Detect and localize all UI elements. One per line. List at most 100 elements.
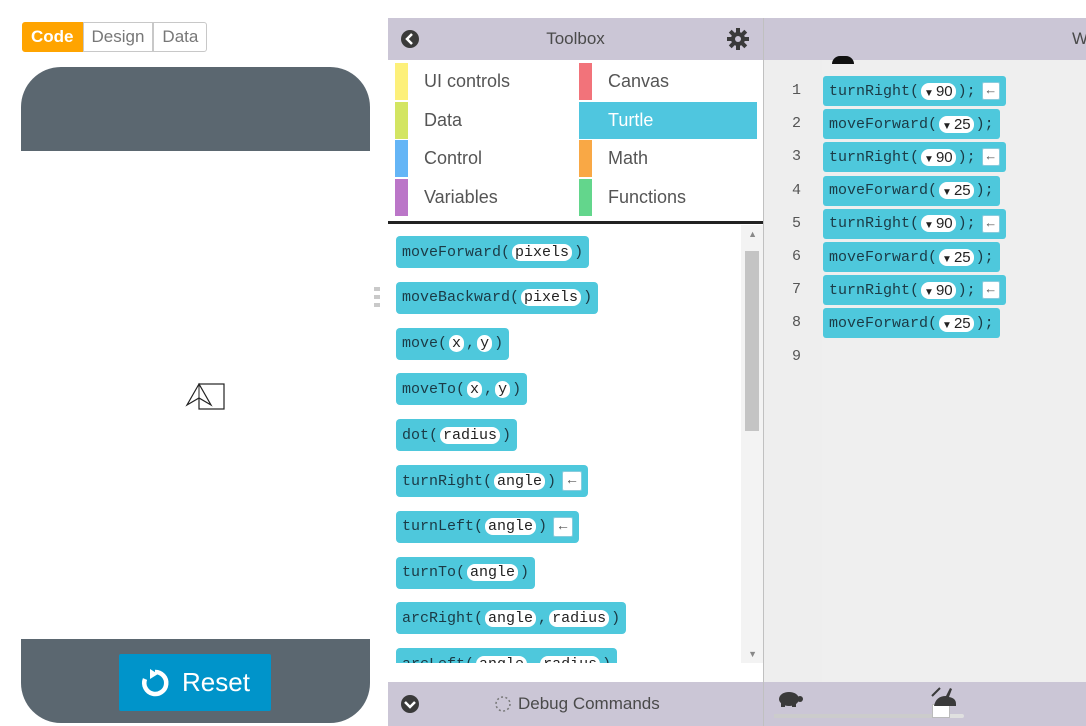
value-dropdown[interactable]: ▼ 90	[921, 281, 956, 299]
code-area[interactable]: turnRight(▼ 90); ← moveForward(▼ 25); turnRig…	[822, 56, 1086, 682]
code-block-turn-right[interactable]: turnRight(▼ 90); ←	[823, 76, 1006, 106]
category-functions[interactable]: Functions	[579, 178, 757, 216]
block-argument[interactable]: angle	[494, 472, 546, 490]
block-argument[interactable]: radius	[540, 655, 601, 663]
block-argument[interactable]: x	[449, 335, 465, 353]
value-dropdown[interactable]: ▼ 90	[921, 82, 956, 100]
value-dropdown[interactable]: ▼ 90	[921, 215, 956, 233]
value-dropdown[interactable]: ▼ 25	[939, 115, 974, 133]
block-function-name: moveTo	[402, 380, 457, 398]
dropdown-caret-icon[interactable]: ▼	[924, 220, 934, 231]
palette-scroll-thumb[interactable]	[745, 251, 759, 431]
app-screen	[21, 151, 370, 639]
design-mode-button[interactable]: Design	[82, 22, 154, 52]
block-argument[interactable]: angle	[485, 609, 537, 627]
block-argument[interactable]: radius	[440, 426, 501, 444]
category-label: UI controls	[424, 71, 511, 91]
block-argument[interactable]: x	[467, 380, 483, 398]
category-canvas[interactable]: Canvas	[579, 63, 757, 100]
gear-icon[interactable]	[727, 28, 749, 50]
block-argument[interactable]: pixels	[521, 289, 582, 307]
palette-block-turn-right[interactable]: turnRight(angle) ←	[396, 465, 589, 497]
block-function-name: turnLeft	[402, 518, 475, 536]
fast-hare-icon	[931, 687, 956, 706]
line-number: 5	[792, 214, 802, 232]
category-math[interactable]: Math	[579, 140, 757, 177]
block-function-name: turnRight	[402, 472, 484, 490]
palette-block-turn-to[interactable]: turnTo(angle)	[396, 556, 536, 589]
value-dropdown[interactable]: ▼ 90	[921, 148, 956, 166]
workspace-title: W	[1072, 29, 1086, 48]
code-block-turn-right[interactable]: turnRight(▼ 90); ←	[823, 275, 1006, 306]
palette-block-move-to[interactable]: moveTo(x, y)	[396, 373, 528, 406]
block-argument[interactable]: angle	[476, 655, 528, 663]
block-palette: moveForward(pixels) moveBackward(pixels) m…	[388, 225, 763, 663]
palette-block-dot[interactable]: dot(radius)	[396, 419, 518, 452]
debug-bar[interactable]: Debug Commands	[388, 682, 763, 726]
return-arrow-icon[interactable]: ←	[553, 516, 574, 537]
category-color-swatch	[395, 101, 408, 139]
dropdown-caret-icon[interactable]: ▼	[942, 121, 952, 132]
category-color-swatch	[579, 140, 592, 177]
reset-button[interactable]: Reset	[119, 654, 271, 711]
dropdown-caret-icon[interactable]: ▼	[942, 320, 952, 331]
value-dropdown[interactable]: ▼ 25	[939, 314, 974, 332]
palette-block-move-backward[interactable]: moveBackward(pixels)	[396, 281, 599, 314]
palette-block-move[interactable]: move(x, y)	[396, 327, 510, 360]
return-arrow-icon[interactable]: ←	[981, 148, 1000, 167]
value-dropdown[interactable]: ▼ 25	[939, 248, 974, 266]
value-dropdown[interactable]: ▼ 25	[939, 182, 974, 200]
block-argument[interactable]: pixels	[512, 243, 573, 261]
category-label: Functions	[608, 186, 687, 207]
palette-block-arc-left[interactable]: arcLeft(angle, radius)	[396, 648, 618, 663]
code-block-move-forward[interactable]: moveForward(▼ 25);	[823, 109, 1000, 140]
category-control[interactable]: Control	[395, 140, 573, 177]
category-variables[interactable]: Variables	[395, 178, 573, 216]
category-color-swatch	[579, 178, 592, 216]
code-block-turn-right[interactable]: turnRight(▼ 90); ←	[823, 208, 1006, 239]
resize-handle[interactable]	[374, 287, 380, 317]
dropdown-caret-icon[interactable]: ▼	[924, 88, 934, 99]
dropdown-caret-icon[interactable]: ▼	[942, 187, 952, 198]
code-block-move-forward[interactable]: moveForward(▼ 25);	[823, 308, 1000, 339]
return-arrow-icon[interactable]: ←	[981, 281, 1000, 300]
return-arrow-icon[interactable]: ←	[981, 214, 1000, 233]
scroll-down-icon[interactable]: ▼	[748, 649, 757, 659]
block-argument[interactable]: y	[477, 335, 493, 353]
block-argument[interactable]: y	[495, 380, 511, 398]
code-block-move-forward[interactable]: moveForward(▼ 25);	[823, 175, 1000, 206]
category-ui-controls[interactable]: UI controls	[395, 63, 573, 100]
expand-up-icon[interactable]	[400, 694, 420, 714]
category-data[interactable]: Data	[395, 101, 573, 139]
scroll-up-icon[interactable]: ▲	[748, 229, 757, 239]
collapse-left-icon[interactable]	[400, 29, 420, 49]
block-argument[interactable]: angle	[485, 518, 537, 536]
code-block-turn-right[interactable]: turnRight(▼ 90); ←	[823, 142, 1006, 173]
palette-block-turn-left[interactable]: turnLeft(angle) ←	[396, 510, 580, 543]
return-arrow-icon[interactable]: ←	[562, 471, 583, 491]
data-mode-button[interactable]: Data	[153, 22, 208, 52]
category-turtle[interactable]: Turtle	[579, 101, 757, 139]
palette-scrollbar[interactable]: ▲ ▼	[741, 225, 763, 663]
block-function-name: moveForward	[829, 248, 929, 266]
speed-slider[interactable]	[774, 704, 964, 718]
block-function-name: arcLeft	[402, 656, 465, 663]
dropdown-caret-icon[interactable]: ▼	[924, 154, 934, 165]
dropdown-caret-icon[interactable]: ▼	[942, 254, 952, 265]
line-number: 8	[792, 314, 802, 332]
category-label: Control	[424, 148, 483, 168]
block-function-name: turnRight	[829, 148, 911, 166]
dropdown-caret-icon[interactable]: ▼	[924, 287, 934, 298]
block-value: 90	[935, 148, 953, 166]
block-value: 25	[953, 115, 971, 133]
block-argument[interactable]: radius	[549, 609, 610, 627]
block-value: 25	[953, 248, 971, 266]
block-function-name: turnRight	[829, 281, 911, 299]
palette-block-arc-right[interactable]: arcRight(angle, radius)	[396, 602, 627, 635]
reset-label: Reset	[182, 667, 250, 697]
code-block-move-forward[interactable]: moveForward(▼ 25);	[823, 242, 1000, 272]
palette-block-move-forward[interactable]: moveForward(pixels)	[396, 236, 590, 268]
block-argument[interactable]: angle	[467, 564, 519, 582]
return-arrow-icon[interactable]: ←	[981, 82, 1000, 100]
code-mode-button[interactable]: Code	[22, 22, 83, 52]
